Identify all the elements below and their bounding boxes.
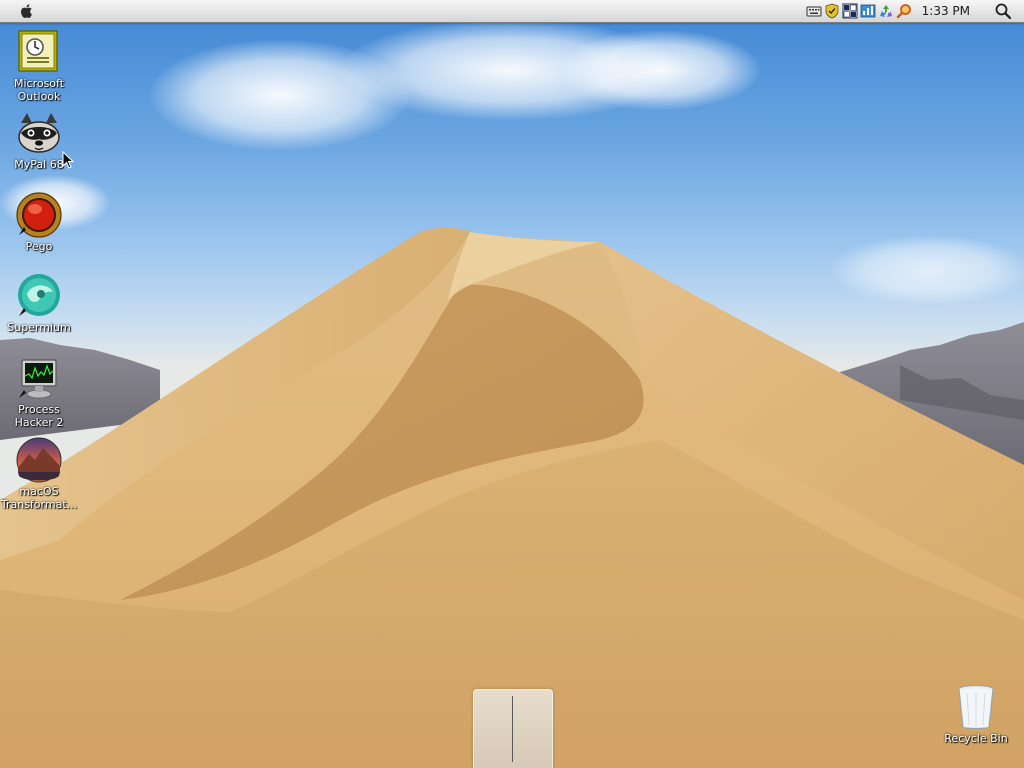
raccoon-icon (18, 113, 60, 153)
keyboard-icon[interactable] (806, 3, 822, 19)
desktop-icon-recycle-bin[interactable]: Recycle Bin (937, 683, 1015, 745)
cloud (560, 30, 760, 110)
desktop-icon-label: Microsoft Outlook (13, 77, 65, 103)
dock-separator (512, 696, 513, 762)
desktop-icon-pego[interactable]: Pego (0, 191, 78, 253)
desktop-icon-label: macOS Transformat... (0, 485, 78, 511)
network-icon[interactable] (860, 3, 876, 19)
grid-icon[interactable] (842, 3, 858, 19)
apple-logo-icon[interactable] (18, 2, 36, 20)
shield-icon[interactable] (824, 3, 840, 19)
spotlight-search-icon[interactable] (994, 2, 1012, 20)
desktop-icon-microsoft-outlook[interactable]: Microsoft Outlook (0, 28, 78, 103)
cloud (830, 235, 1024, 305)
desktop-icon-supermium[interactable]: Supermium (0, 272, 78, 334)
system-tray (806, 3, 912, 19)
dock[interactable] (473, 689, 553, 768)
desktop-icon-macos-transformation[interactable]: macOS Transformat... (0, 436, 78, 511)
desktop-icon-label: Process Hacker 2 (14, 403, 64, 429)
search-magnifier-icon[interactable] (896, 3, 912, 19)
desktop-icon-process-hacker-2[interactable]: Process Hacker 2 (0, 354, 78, 429)
monitor-icon (19, 359, 57, 399)
desktop-icon-label: Recycle Bin (944, 732, 1008, 745)
trash-icon (958, 685, 994, 730)
desktop-icon-label: Pego (25, 240, 53, 253)
outlook-icon (18, 30, 58, 72)
desktop-icon-label: Supermium (7, 321, 71, 334)
desktop: 1:33 PM Microsoft Outlook MyPal 68 Pego … (0, 0, 1024, 768)
macos-sierra-icon (16, 437, 62, 483)
mouse-cursor-icon (62, 151, 74, 169)
supermium-icon (18, 274, 60, 316)
recycle-icon[interactable] (878, 3, 894, 19)
menu-bar: 1:33 PM (0, 0, 1024, 23)
menu-bar-clock[interactable]: 1:33 PM (922, 4, 970, 18)
red-orb-icon (16, 192, 62, 238)
